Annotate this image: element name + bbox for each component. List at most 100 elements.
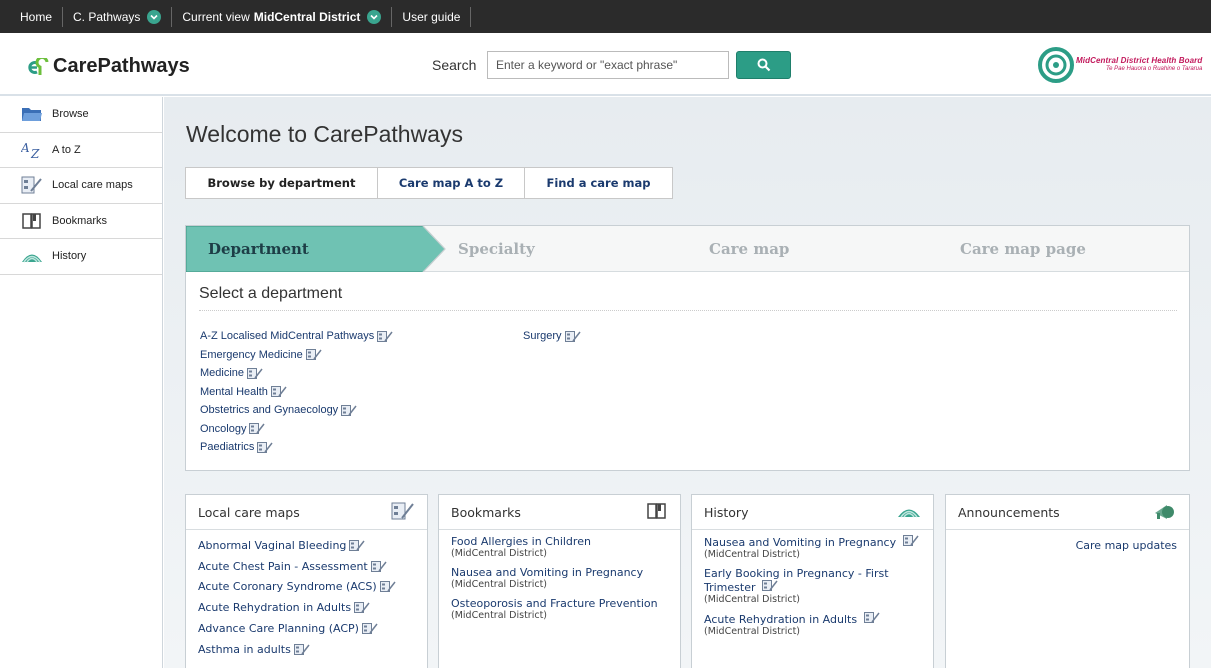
- history-link[interactable]: Acute Rehydration in Adults (MidCentral …: [704, 612, 921, 638]
- care-map-label: Acute Coronary Syndrome (ACS): [198, 580, 377, 594]
- history-district: (MidCentral District): [704, 594, 801, 605]
- sidebar-item-history[interactable]: History: [0, 239, 162, 275]
- megaphone-icon: [1153, 501, 1177, 524]
- department-label: Oncology: [200, 422, 247, 435]
- department-link[interactable]: Oncology: [200, 420, 393, 439]
- divider: [199, 310, 1177, 311]
- care-map-icon: [863, 612, 880, 623]
- department-label: Mental Health: [200, 385, 268, 398]
- care-map-link[interactable]: Acute Chest Pain - Assessment: [198, 556, 415, 577]
- care-map-icon: [564, 330, 581, 342]
- care-map-icon: [257, 441, 274, 453]
- step-care-map: Care map: [709, 240, 790, 258]
- carepathways-logo[interactable]: CarePathways: [27, 55, 190, 78]
- folder-icon: [21, 104, 43, 124]
- care-map-icon: [305, 349, 322, 361]
- history-title: Early Booking in Pregnancy - First Trime…: [704, 567, 889, 594]
- department-list-col1: A-Z Localised MidCentral Pathways Emerge…: [200, 327, 393, 457]
- step-care-map-page: Care map page: [960, 240, 1086, 258]
- nav-home-label: Home: [20, 9, 53, 24]
- sidebar-item-local-care-maps[interactable]: Local care maps: [0, 168, 162, 204]
- care-map-link[interactable]: Asthma in adults: [198, 639, 415, 660]
- care-map-icon: [902, 535, 919, 546]
- care-map-icon: [249, 423, 266, 435]
- care-map-link[interactable]: Advance Care Planning (ACP): [198, 618, 415, 639]
- department-label: Obstetrics and Gynaecology: [200, 404, 339, 417]
- bookmark-title: Osteoporosis and Fracture Prevention: [451, 597, 658, 610]
- care-map-updates-link[interactable]: Care map updates: [958, 539, 1177, 552]
- current-view-value: MidCentral District: [253, 9, 361, 24]
- sidebar-item-label: Local care maps: [52, 179, 133, 192]
- step-department[interactable]: Department: [208, 226, 309, 272]
- brand-subtitle: Te Pae Hauora o Ruahine o Tararua: [1106, 66, 1203, 73]
- bookmark-title: Food Allergies in Children: [451, 535, 591, 548]
- bookmark-district: (MidCentral District): [451, 579, 548, 590]
- history-title: Acute Rehydration in Adults: [704, 612, 921, 626]
- care-map-icon: [270, 386, 287, 398]
- department-link[interactable]: Emergency Medicine: [200, 346, 393, 365]
- carepathways-logo-icon: [27, 57, 49, 76]
- care-map-icon: [341, 404, 357, 416]
- current-view-dropdown[interactable]: Current view MidCentral District: [172, 6, 393, 27]
- department-link[interactable]: Surgery: [523, 327, 581, 346]
- sidebar: Browse AZ A to Z Local care maps Bookmar…: [0, 97, 163, 668]
- care-map-link[interactable]: Abnormal Vaginal Bleeding: [198, 535, 415, 556]
- tab-care-map-a-to-z[interactable]: Care map A to Z: [378, 167, 525, 199]
- svg-text:Z: Z: [30, 147, 40, 159]
- bookmark-title: Nausea and Vomiting in Pregnancy: [451, 566, 644, 579]
- tab-browse-by-department[interactable]: Browse by department: [185, 167, 378, 199]
- page-title: Welcome to CarePathways: [186, 121, 463, 147]
- department-label: A-Z Localised MidCentral Pathways: [200, 330, 375, 343]
- sidebar-item-bookmarks[interactable]: Bookmarks: [0, 204, 162, 239]
- browse-tabs: Browse by department Care map A to Z Fin…: [185, 167, 673, 199]
- search-icon: [757, 58, 770, 72]
- nav-pathways-label: C. Pathways: [73, 9, 141, 24]
- care-map-icon: [391, 502, 415, 523]
- sidebar-item-label: History: [52, 250, 87, 263]
- history-card: History Nausea and Vomiting in Pregnancy…: [691, 494, 934, 668]
- history-district: (MidCentral District): [704, 626, 801, 637]
- care-map-icon: [349, 539, 365, 551]
- department-link[interactable]: Paediatrics: [200, 438, 393, 457]
- tab-find-a-care-map[interactable]: Find a care map: [525, 167, 673, 199]
- history-title: Nausea and Vomiting in Pregnancy: [704, 535, 921, 549]
- department-link[interactable]: A-Z Localised MidCentral Pathways: [200, 327, 393, 346]
- local-care-maps-card: Local care maps Abnormal Vaginal Bleedin…: [185, 494, 428, 668]
- nav-user-guide-label: User guide: [402, 9, 461, 24]
- nav-user-guide-link[interactable]: User guide: [392, 6, 472, 27]
- nav-pathways-dropdown[interactable]: C. Pathways: [63, 6, 173, 27]
- bookmarks-card: Bookmarks Food Allergies in Children (Mi…: [438, 494, 681, 668]
- site-header: CarePathways Search MidCentral District …: [0, 33, 1211, 96]
- logo-text: CarePathways: [53, 55, 190, 77]
- care-map-link[interactable]: Acute Rehydration in Adults: [198, 597, 415, 618]
- history-icon: [897, 504, 921, 521]
- history-icon: [21, 246, 43, 266]
- dhb-logo-icon: [1038, 47, 1074, 83]
- svg-text:A: A: [21, 141, 30, 155]
- care-map-link[interactable]: Acute Coronary Syndrome (ACS): [198, 577, 415, 598]
- department-list-col2: Surgery: [523, 327, 581, 346]
- search-input[interactable]: [487, 51, 729, 79]
- department-link[interactable]: Medicine: [200, 364, 393, 383]
- department-link[interactable]: Mental Health: [200, 383, 393, 402]
- search-button[interactable]: [736, 51, 791, 79]
- care-map-icon: [377, 330, 393, 342]
- care-map-label: Acute Rehydration in Adults: [198, 601, 352, 615]
- sidebar-item-browse[interactable]: Browse: [0, 97, 162, 133]
- nav-home-link[interactable]: Home: [10, 6, 64, 27]
- card-title: Announcements: [958, 504, 1060, 520]
- bookmark-link[interactable]: Nausea and Vomiting in Pregnancy (MidCen…: [451, 566, 668, 591]
- bookmark-district: (MidCentral District): [451, 548, 548, 559]
- care-map-icon: [247, 367, 263, 379]
- care-map-label: Abnormal Vaginal Bleeding: [198, 538, 347, 552]
- history-link[interactable]: Nausea and Vomiting in Pregnancy (MidCen…: [704, 535, 921, 561]
- bookmark-link[interactable]: Osteoporosis and Fracture Prevention (Mi…: [451, 597, 668, 622]
- department-link[interactable]: Obstetrics and Gynaecology: [200, 401, 393, 420]
- card-title: Local care maps: [198, 504, 300, 520]
- history-link[interactable]: Early Booking in Pregnancy - First Trime…: [704, 567, 921, 606]
- book-icon: [21, 211, 43, 231]
- sidebar-item-label: A to Z: [52, 143, 81, 156]
- bookmark-link[interactable]: Food Allergies in Children (MidCentral D…: [451, 535, 668, 560]
- sidebar-item-atoz[interactable]: AZ A to Z: [0, 133, 162, 168]
- care-map-icon: [379, 581, 396, 593]
